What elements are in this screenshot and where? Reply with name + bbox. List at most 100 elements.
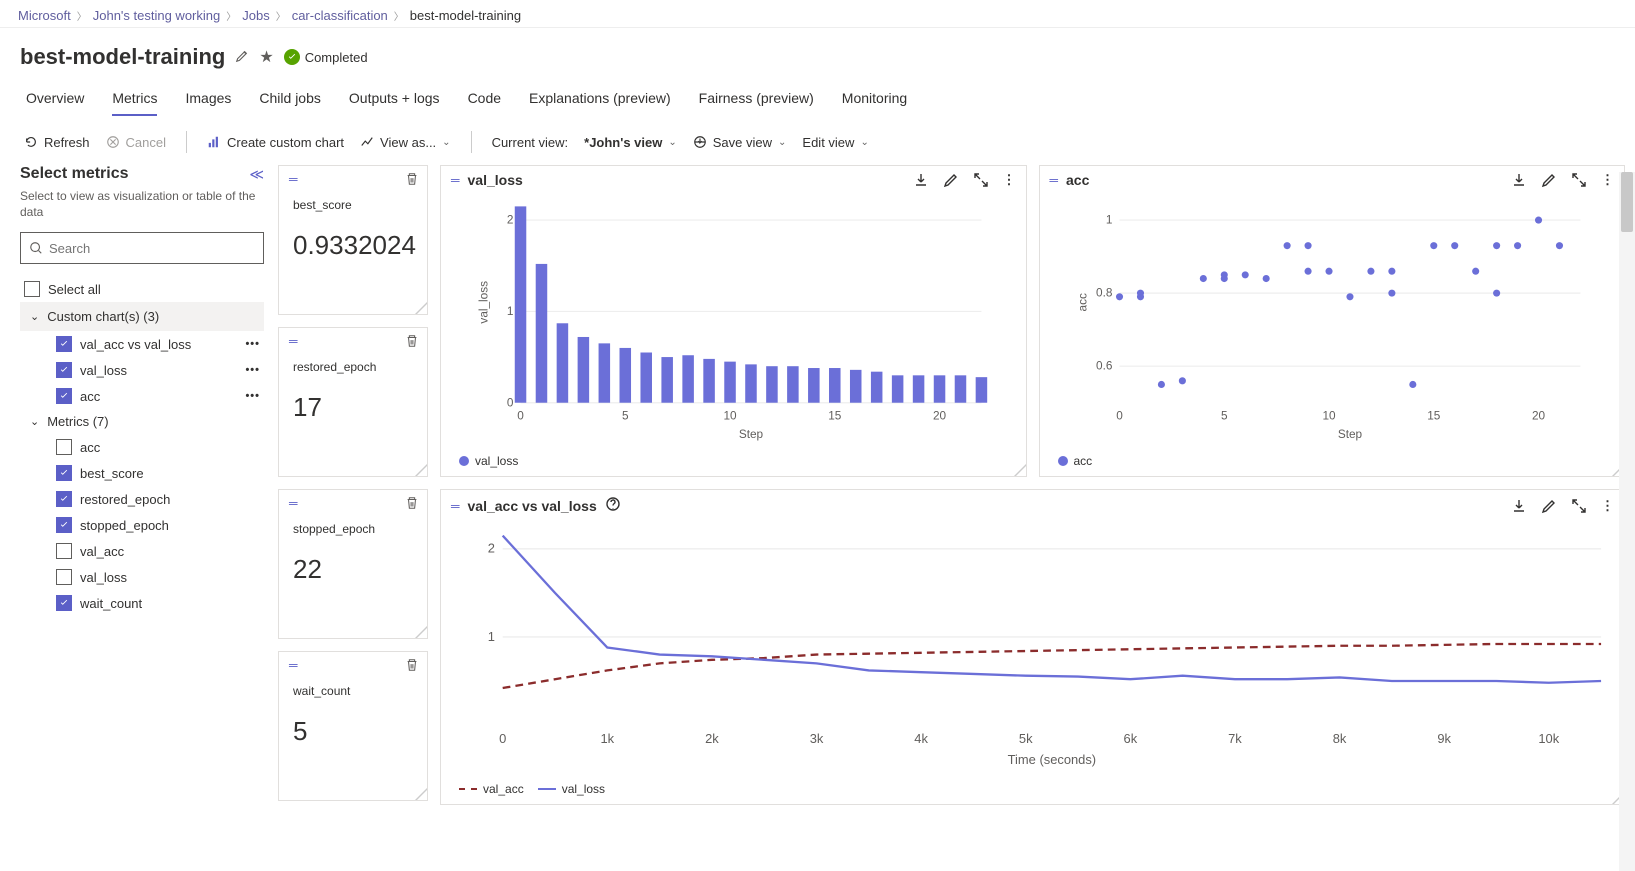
breadcrumb-link-workspace[interactable]: John's testing working: [93, 8, 221, 23]
create-custom-chart-button[interactable]: Create custom chart: [207, 135, 344, 150]
drag-handle-icon[interactable]: ═: [289, 334, 298, 348]
edit-chart-button[interactable]: [1541, 498, 1557, 514]
chart-card-val-loss: ═ val_loss ⋮ 01205101520Stepval_loss val…: [440, 165, 1027, 477]
chevron-down-icon: ⌄: [442, 137, 450, 148]
breadcrumb-link-experiment[interactable]: car-classification: [292, 8, 388, 23]
svg-text:9k: 9k: [1437, 731, 1451, 746]
resize-handle-icon[interactable]: [415, 788, 427, 800]
breadcrumb-current: best-model-training: [410, 8, 521, 23]
tab-fairness[interactable]: Fairness (preview): [699, 82, 814, 116]
collapse-panel-icon[interactable]: ≪: [249, 166, 264, 183]
svg-text:Step: Step: [1337, 427, 1362, 441]
chevron-right-icon: 〉: [77, 8, 87, 23]
chevron-down-icon: ⌄: [860, 137, 868, 148]
breadcrumb-link-jobs[interactable]: Jobs: [242, 8, 269, 23]
metric-item[interactable]: wait_count: [20, 590, 264, 616]
edit-chart-button[interactable]: [1541, 172, 1557, 188]
svg-text:10k: 10k: [1538, 731, 1559, 746]
drag-handle-icon[interactable]: ═: [289, 172, 298, 186]
chevron-down-icon: ⌄: [668, 137, 676, 148]
svg-text:0: 0: [1116, 408, 1123, 422]
more-icon[interactable]: •••: [245, 364, 260, 376]
tab-images[interactable]: Images: [185, 82, 231, 116]
refresh-button[interactable]: Refresh: [24, 135, 90, 150]
more-icon[interactable]: •••: [245, 390, 260, 402]
download-chart-button[interactable]: [1511, 498, 1527, 514]
scrollbar-thumb[interactable]: [1621, 172, 1633, 232]
cancel-button[interactable]: Cancel: [106, 135, 166, 150]
delete-card-button[interactable]: [405, 658, 419, 675]
tab-code[interactable]: Code: [468, 82, 501, 116]
resize-handle-icon[interactable]: [1014, 464, 1026, 476]
svg-text:3k: 3k: [810, 731, 824, 746]
side-panel-title: Select metrics: [20, 165, 129, 183]
current-view-dropdown[interactable]: *John's view ⌄: [584, 135, 677, 150]
tab-child-jobs[interactable]: Child jobs: [259, 82, 320, 116]
resize-handle-icon[interactable]: [415, 626, 427, 638]
metric-item[interactable]: val_loss: [20, 564, 264, 590]
metric-item[interactable]: val_acc: [20, 538, 264, 564]
custom-charts-group[interactable]: ⌄ Custom chart(s) (3): [20, 302, 264, 331]
delete-card-button[interactable]: [405, 496, 419, 513]
tab-overview[interactable]: Overview: [26, 82, 84, 116]
svg-text:1k: 1k: [600, 731, 614, 746]
expand-chart-button[interactable]: [973, 172, 989, 188]
metric-item[interactable]: restored_epoch: [20, 486, 264, 512]
metrics-group[interactable]: ⌄ Metrics (7): [20, 409, 264, 434]
svg-text:Time (seconds): Time (seconds): [1008, 752, 1096, 767]
drag-handle-icon[interactable]: ═: [1050, 173, 1059, 187]
expand-chart-button[interactable]: [1571, 498, 1587, 514]
edit-title-button[interactable]: [235, 49, 249, 66]
search-input[interactable]: [49, 241, 255, 256]
metric-item[interactable]: best_score: [20, 460, 264, 486]
select-all-checkbox[interactable]: Select all: [20, 276, 264, 302]
expand-chart-button[interactable]: [1571, 172, 1587, 188]
delete-card-button[interactable]: [405, 334, 419, 351]
delete-card-button[interactable]: [405, 172, 419, 189]
metric-item[interactable]: acc: [20, 434, 264, 460]
scalar-card-best-score: ═ best_score 0.9332024: [278, 165, 428, 315]
custom-chart-item[interactable]: val_loss•••: [20, 357, 264, 383]
tab-metrics[interactable]: Metrics: [112, 82, 157, 116]
svg-text:5: 5: [1220, 408, 1227, 422]
custom-chart-item[interactable]: acc•••: [20, 383, 264, 409]
svg-text:1: 1: [507, 304, 514, 318]
side-panel-description: Select to view as visualization or table…: [20, 189, 264, 220]
scrollbar[interactable]: [1619, 172, 1635, 871]
svg-text:4k: 4k: [914, 731, 928, 746]
breadcrumb-link-microsoft[interactable]: Microsoft: [18, 8, 71, 23]
tab-explanations[interactable]: Explanations (preview): [529, 82, 671, 116]
svg-text:6k: 6k: [1124, 731, 1138, 746]
more-icon[interactable]: •••: [245, 338, 260, 350]
svg-text:10: 10: [723, 408, 737, 422]
drag-handle-icon[interactable]: ═: [451, 173, 460, 187]
resize-handle-icon[interactable]: [415, 464, 427, 476]
more-chart-button[interactable]: ⋮: [1003, 172, 1016, 188]
chart-title: val_acc vs val_loss: [468, 498, 597, 514]
more-chart-button[interactable]: ⋮: [1601, 498, 1614, 514]
svg-text:2: 2: [488, 541, 495, 556]
favorite-star-icon[interactable]: ★: [259, 47, 273, 67]
drag-handle-icon[interactable]: ═: [289, 658, 298, 672]
edit-view-dropdown[interactable]: Edit view ⌄: [802, 135, 868, 150]
help-icon[interactable]: [605, 496, 621, 515]
page-title: best-model-training: [20, 44, 225, 70]
chevron-down-icon: ⌄: [30, 415, 39, 428]
more-chart-button[interactable]: ⋮: [1601, 172, 1614, 188]
search-input-wrapper[interactable]: [20, 232, 264, 264]
tab-monitoring[interactable]: Monitoring: [842, 82, 907, 116]
drag-handle-icon[interactable]: ═: [289, 496, 298, 510]
svg-text:0: 0: [499, 731, 506, 746]
tab-outputs-logs[interactable]: Outputs + logs: [349, 82, 440, 116]
download-chart-button[interactable]: [913, 172, 929, 188]
save-view-dropdown[interactable]: Save view ⌄: [693, 135, 787, 150]
svg-text:15: 15: [828, 408, 842, 422]
custom-chart-item[interactable]: val_acc vs val_loss•••: [20, 331, 264, 357]
metric-item[interactable]: stopped_epoch: [20, 512, 264, 538]
drag-handle-icon[interactable]: ═: [451, 499, 460, 513]
chevron-down-icon: ⌄: [30, 310, 39, 323]
download-chart-button[interactable]: [1511, 172, 1527, 188]
edit-chart-button[interactable]: [943, 172, 959, 188]
view-as-dropdown[interactable]: View as... ⌄: [360, 135, 451, 150]
resize-handle-icon[interactable]: [415, 302, 427, 314]
